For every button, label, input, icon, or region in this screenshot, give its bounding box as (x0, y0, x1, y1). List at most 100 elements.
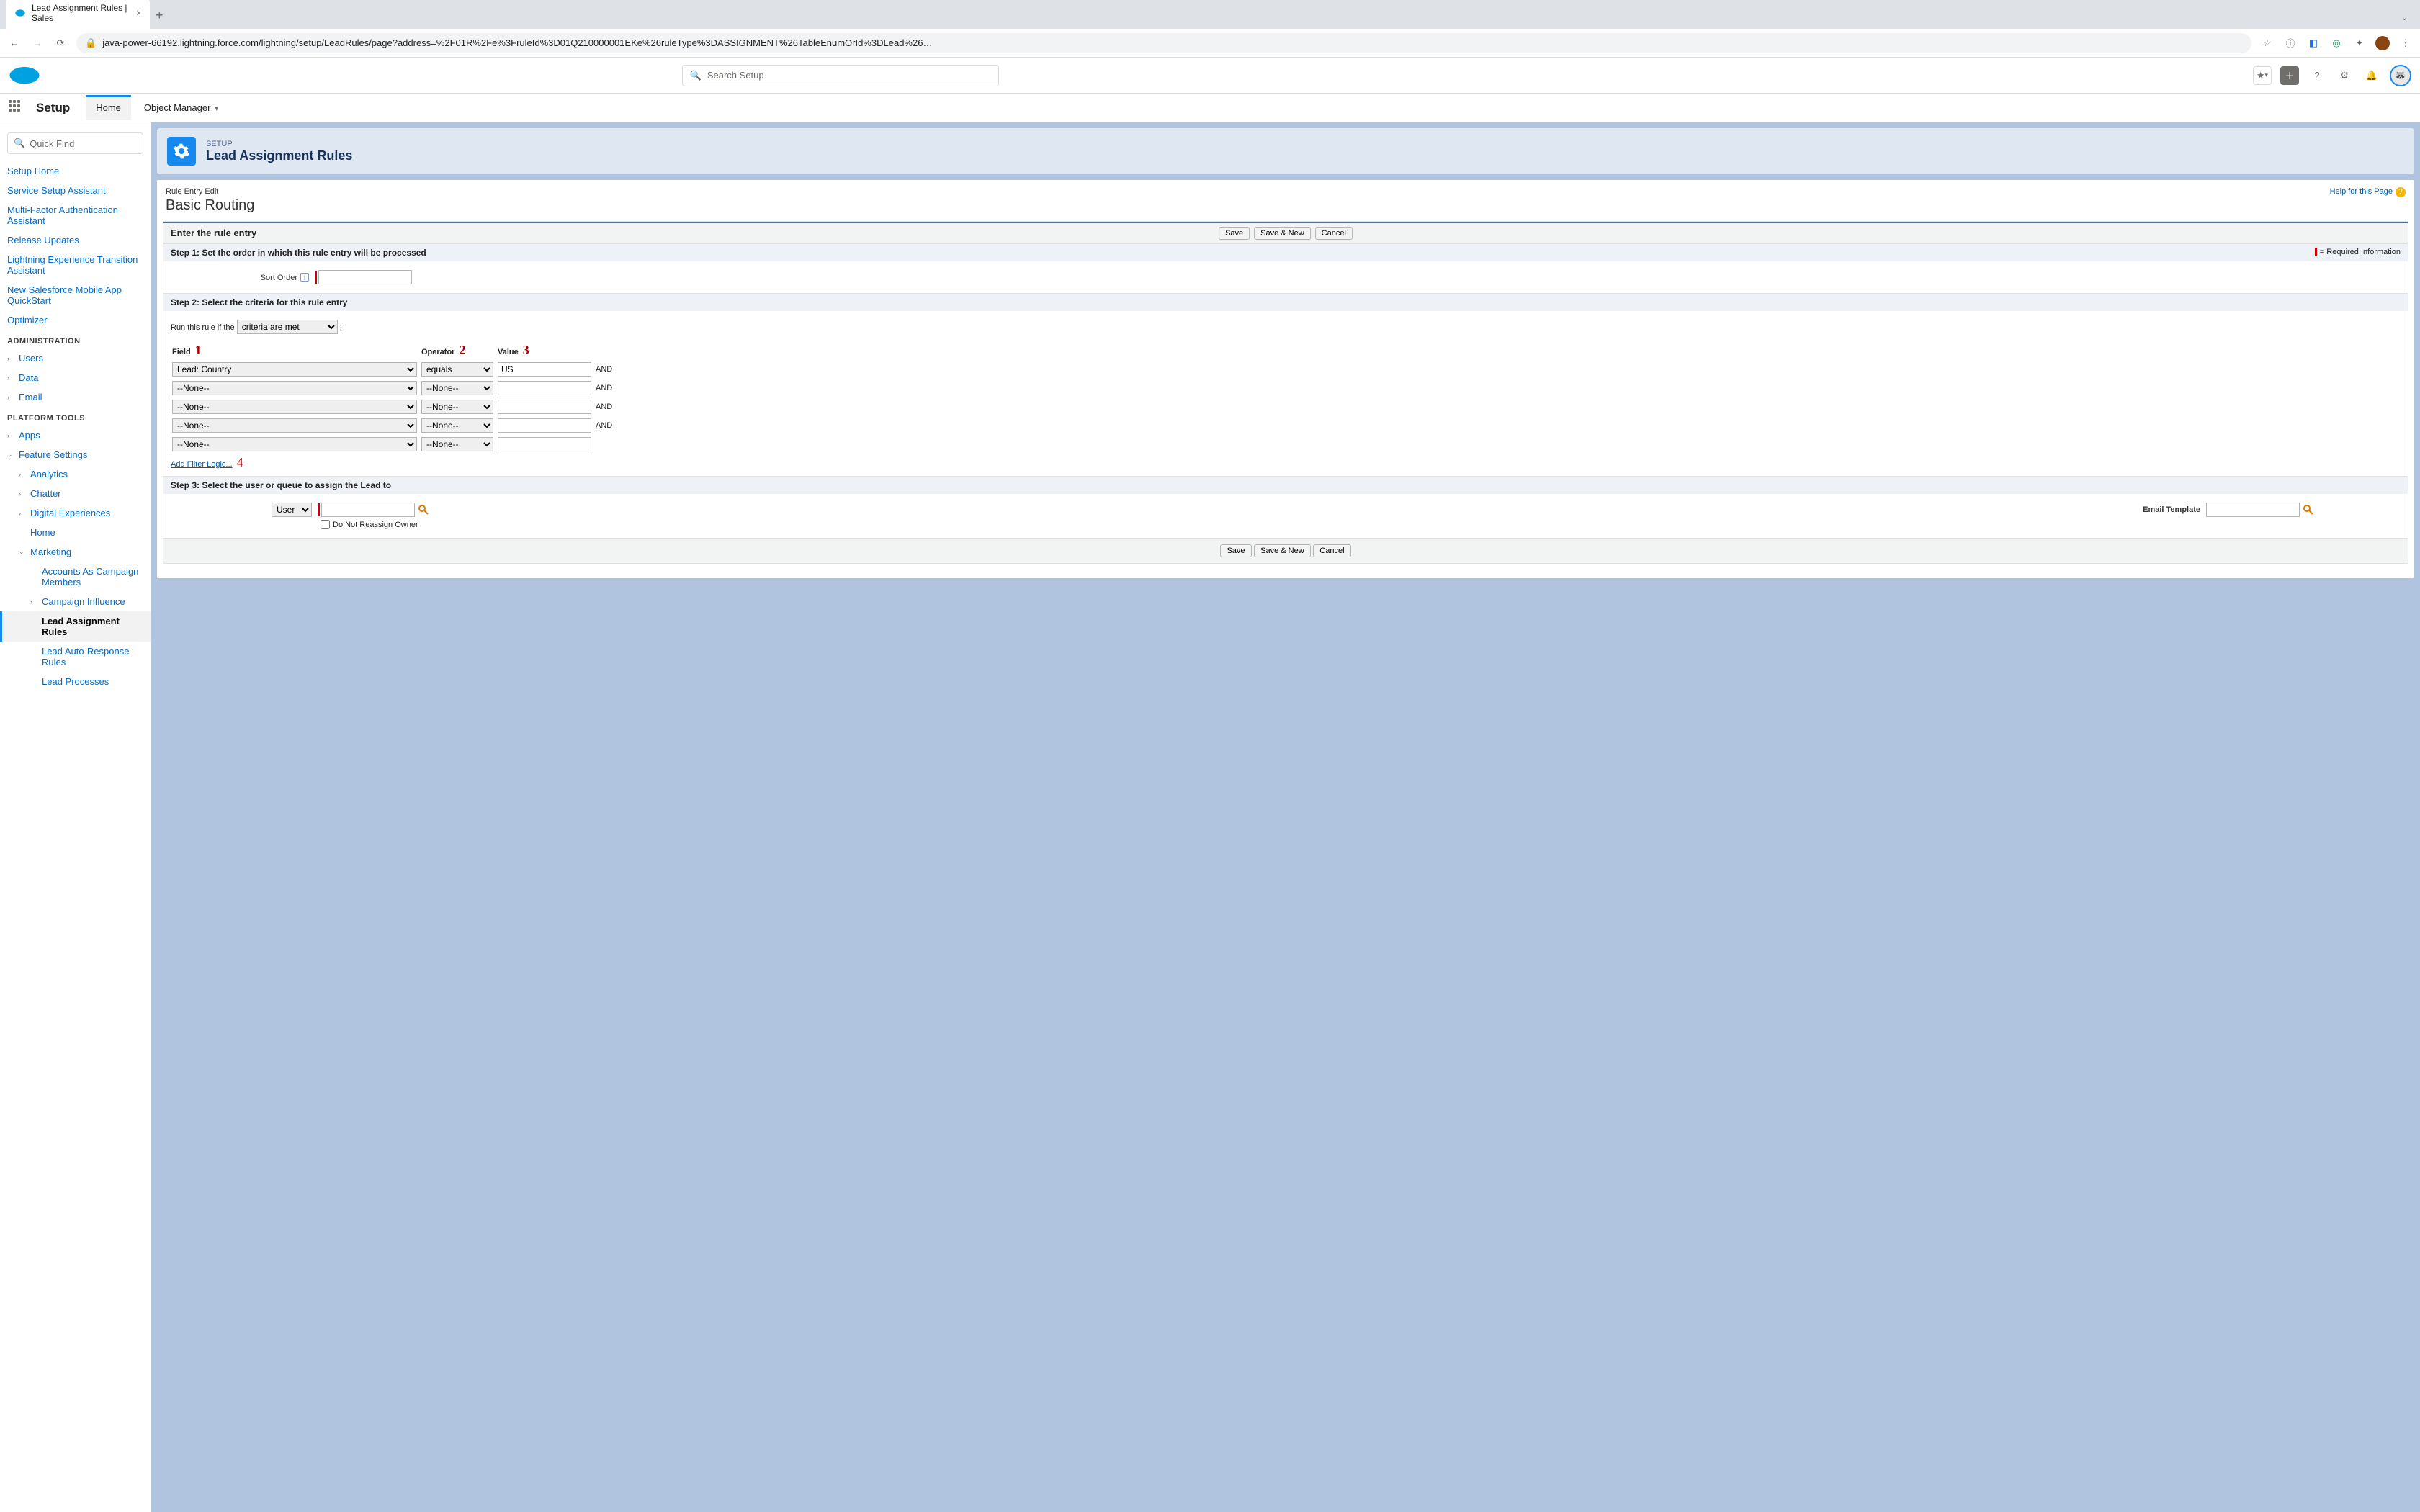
value-input[interactable] (498, 418, 591, 433)
global-search[interactable]: 🔍 Search Setup (682, 65, 999, 86)
assignee-input[interactable] (321, 503, 415, 517)
extension-icon[interactable]: ◎ (2329, 36, 2344, 50)
browser-tab[interactable]: Lead Assignment Rules | Sales × (6, 0, 150, 29)
url-bar[interactable]: 🔒 java-power-66192.lightning.force.com/l… (76, 33, 2251, 53)
puzzle-icon[interactable]: ✦ (2352, 36, 2367, 50)
browser-expand-icon[interactable]: ⌄ (2395, 6, 2414, 29)
operator-select[interactable]: equals (421, 362, 493, 377)
value-input[interactable] (498, 362, 591, 377)
notifications-icon[interactable]: 🔔 (2362, 66, 2381, 85)
sidebar-item[interactable]: ›Digital Experiences (0, 503, 151, 523)
save-button[interactable]: Save (1219, 227, 1250, 240)
favorites-icon[interactable]: ★▾ (2253, 66, 2272, 85)
sidebar-item-feature-settings[interactable]: ⌄Feature Settings (0, 445, 151, 464)
sidebar-item-lead-assignment-rules[interactable]: Lead Assignment Rules (0, 611, 151, 642)
chevron-right-icon: › (7, 432, 14, 439)
sidebar-item[interactable]: ›Analytics (0, 464, 151, 484)
operator-select[interactable]: --None-- (421, 437, 493, 451)
cancel-button[interactable]: Cancel (1313, 544, 1350, 557)
col-operator: Operator2 (421, 341, 496, 359)
sort-order-input[interactable] (318, 270, 412, 284)
sidebar-item[interactable]: Release Updates (0, 230, 151, 250)
app-name: Setup (36, 101, 70, 115)
close-icon[interactable]: × (136, 8, 141, 18)
new-tab-button[interactable]: + (150, 2, 169, 29)
back-icon[interactable]: ← (7, 37, 22, 48)
sidebar-item[interactable]: Multi-Factor Authentication Assistant (0, 200, 151, 230)
menu-icon[interactable]: ⋮ (2398, 36, 2413, 50)
sidebar-item[interactable]: Optimizer (0, 310, 151, 330)
cancel-button[interactable]: Cancel (1315, 227, 1353, 240)
required-indicator (315, 271, 317, 284)
criteria-row: --None-- --None-- AND (172, 417, 615, 434)
quick-find-input[interactable]: 🔍 Quick Find (7, 132, 143, 154)
star-icon[interactable]: ☆ (2260, 37, 2275, 49)
value-input[interactable] (498, 400, 591, 414)
salesforce-logo[interactable] (9, 65, 40, 86)
email-template-input[interactable] (2206, 503, 2300, 517)
save-and-new-button[interactable]: Save & New (1254, 227, 1311, 240)
sidebar-item[interactable]: Lead Auto-Response Rules (0, 642, 151, 672)
field-select[interactable]: --None-- (172, 437, 417, 451)
info-icon[interactable]: i (300, 273, 309, 282)
sidebar-item-users[interactable]: ›Users (0, 348, 151, 368)
sidebar-item[interactable]: Setup Home (0, 161, 151, 181)
sidebar-item-marketing[interactable]: ⌄Marketing (0, 542, 151, 562)
sidebar-item[interactable]: ›Chatter (0, 484, 151, 503)
sidebar-item[interactable]: ›Campaign Influence (0, 592, 151, 611)
sidebar-item[interactable]: Service Setup Assistant (0, 181, 151, 200)
sidebar-item[interactable]: Lead Processes (0, 672, 151, 691)
field-select[interactable]: --None-- (172, 381, 417, 395)
search-placeholder: Search Setup (707, 70, 764, 81)
help-link[interactable]: Help for this Page? (2330, 187, 2406, 197)
user-avatar[interactable]: 🦝 (2390, 65, 2411, 86)
rule-condition-select[interactable]: criteria are met (237, 320, 338, 334)
chevron-right-icon: › (7, 355, 14, 362)
criteria-row: --None-- --None-- AND (172, 379, 615, 397)
sidebar-item[interactable]: Home (0, 523, 151, 542)
lookup-icon[interactable] (418, 504, 429, 516)
page-header: SETUP Lead Assignment Rules (157, 128, 2414, 174)
value-input[interactable] (498, 437, 591, 451)
profile-avatar-icon[interactable] (2375, 36, 2390, 50)
extension-icon[interactable]: ◧ (2306, 36, 2321, 50)
salesforce-favicon (14, 7, 26, 19)
operator-select[interactable]: --None-- (421, 381, 493, 395)
forward-icon[interactable]: → (30, 37, 45, 48)
global-actions-icon[interactable]: ＋ (2280, 66, 2299, 85)
page-kicker: SETUP (206, 140, 352, 148)
sidebar-item[interactable]: New Salesforce Mobile App QuickStart (0, 280, 151, 310)
lookup-icon[interactable] (2303, 504, 2314, 516)
add-filter-logic-link[interactable]: Add Filter Logic... (171, 460, 233, 469)
operator-select[interactable]: --None-- (421, 400, 493, 414)
field-select[interactable]: Lead: Country (172, 362, 417, 377)
help-icon[interactable]: ? (2308, 66, 2326, 85)
annotation-2: 2 (459, 343, 465, 357)
field-select[interactable]: --None-- (172, 400, 417, 414)
sidebar-item-email[interactable]: ›Email (0, 387, 151, 407)
required-indicator (318, 503, 320, 516)
sidebar-item[interactable]: Lightning Experience Transition Assistan… (0, 250, 151, 280)
sidebar-item-data[interactable]: ›Data (0, 368, 151, 387)
save-and-new-button[interactable]: Save & New (1254, 544, 1311, 557)
assignee-type-select[interactable]: User (272, 503, 312, 517)
sidebar-item-apps[interactable]: ›Apps (0, 426, 151, 445)
no-reassign-checkbox[interactable] (321, 520, 330, 529)
chevron-down-icon: ⌄ (19, 548, 26, 556)
tab-object-manager[interactable]: Object Manager▾ (134, 95, 229, 120)
app-launcher-icon[interactable] (9, 100, 24, 116)
sidebar-item[interactable]: Accounts As Campaign Members (0, 562, 151, 592)
reload-icon[interactable]: ⟳ (53, 37, 68, 49)
step2-header: Step 2: Select the criteria for this rul… (163, 293, 2408, 311)
operator-select[interactable]: --None-- (421, 418, 493, 433)
save-button[interactable]: Save (1220, 544, 1251, 557)
field-select[interactable]: --None-- (172, 418, 417, 433)
chevron-down-icon: ⌄ (7, 451, 14, 459)
tab-home[interactable]: Home (86, 95, 131, 120)
setup-gear-icon[interactable]: ⚙ (2335, 66, 2354, 85)
criteria-row: Lead: Country equals AND (172, 361, 615, 378)
info-icon[interactable]: ⓘ (2283, 36, 2298, 50)
breadcrumb: Rule Entry Edit (166, 187, 2406, 196)
value-input[interactable] (498, 381, 591, 395)
chevron-down-icon: ▾ (215, 105, 218, 113)
